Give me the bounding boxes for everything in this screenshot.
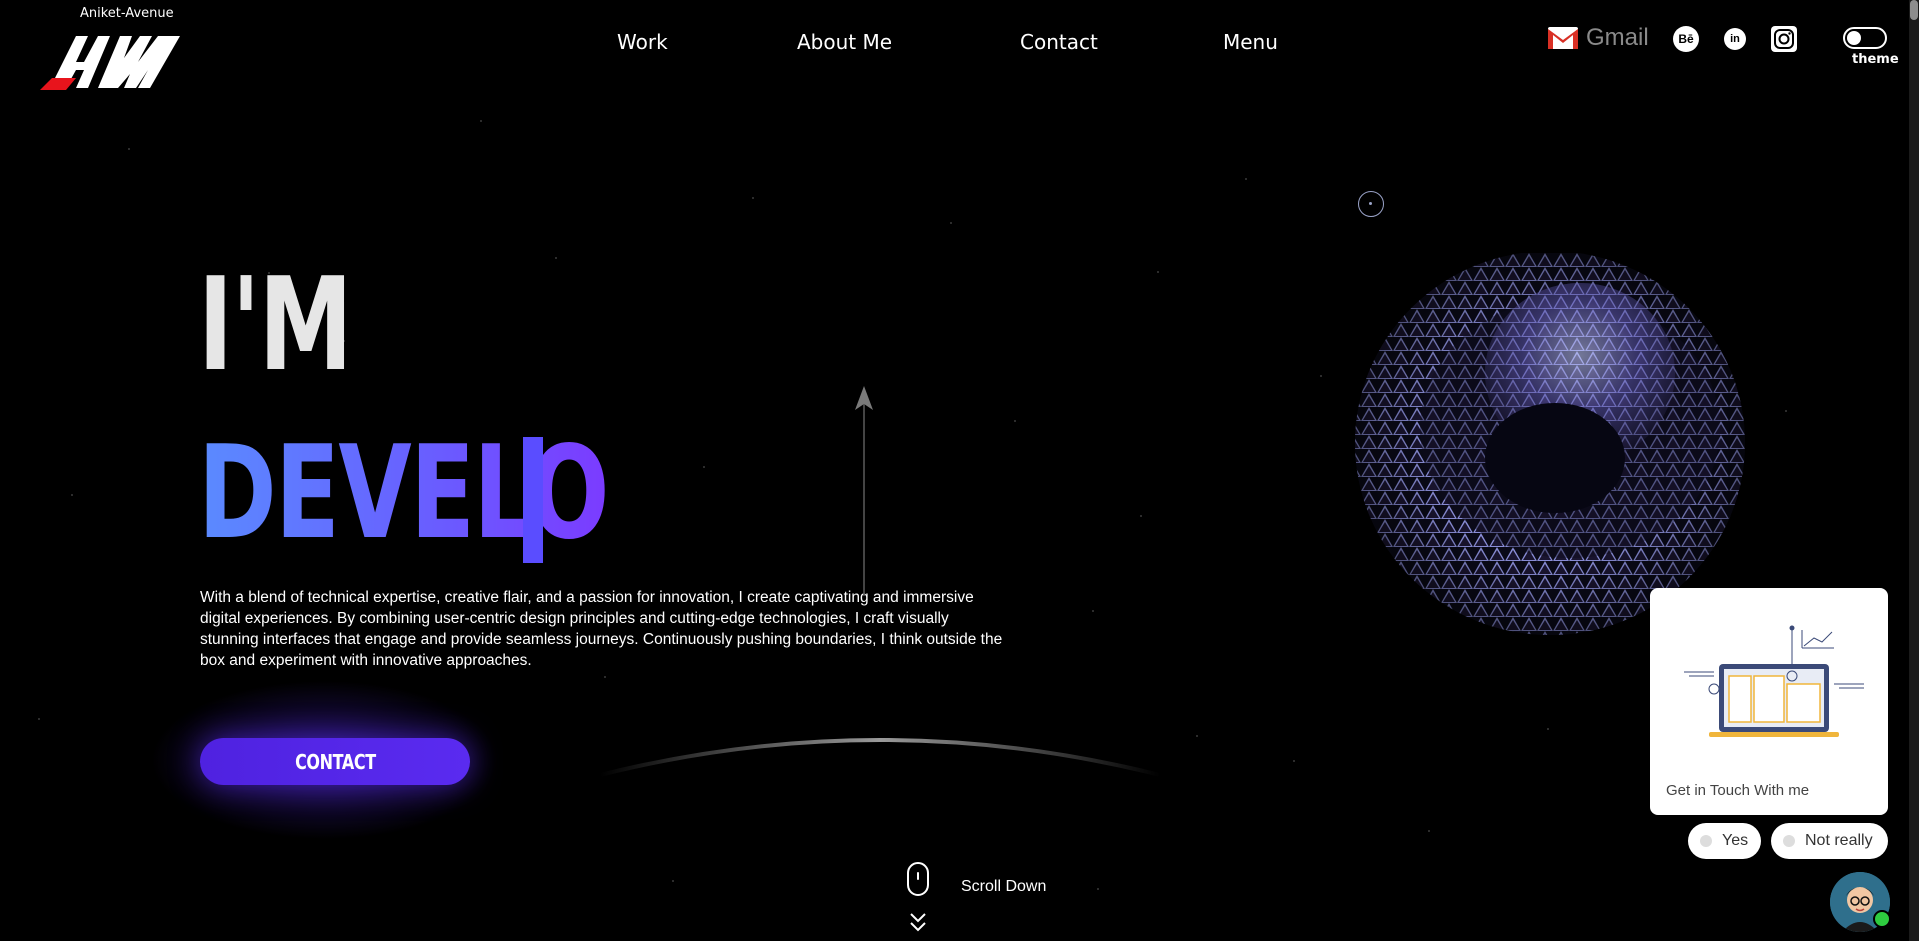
cursor-dot bbox=[1369, 202, 1372, 205]
contact-cta-button[interactable]: CONTACT bbox=[200, 738, 470, 785]
chat-card[interactable]: Get in Touch With me bbox=[1650, 588, 1888, 815]
mouse-wheel bbox=[917, 872, 919, 880]
logo-brand-name: Aniket-Avenue bbox=[80, 6, 174, 21]
theme-toggle-knob bbox=[1847, 31, 1861, 45]
chat-option-yes-label: Yes bbox=[1722, 832, 1749, 849]
chat-option-not-really-label: Not really bbox=[1805, 832, 1873, 849]
online-status-indicator bbox=[1873, 910, 1891, 928]
scroll-down-label: Scroll Down bbox=[961, 878, 1047, 895]
gmail-icon bbox=[1548, 27, 1578, 49]
gmail-label: Gmail bbox=[1586, 24, 1649, 51]
chat-option-not-really[interactable]: Not really bbox=[1771, 823, 1888, 859]
gmail-link[interactable]: Gmail bbox=[1548, 24, 1649, 52]
horizon-arc bbox=[600, 738, 1160, 777]
hero-description: With a blend of technical expertise, cre… bbox=[200, 589, 1003, 669]
chat-option-yes[interactable]: Yes bbox=[1688, 823, 1761, 859]
laptop-illustration-icon bbox=[1684, 625, 1864, 737]
nav-contact[interactable]: Contact bbox=[1020, 30, 1098, 54]
instagram-icon[interactable] bbox=[1771, 26, 1797, 52]
hero-prefix: I'M bbox=[198, 251, 353, 400]
theme-toggle[interactable] bbox=[1843, 27, 1887, 49]
chat-card-text: Get in Touch With me bbox=[1666, 782, 1810, 799]
page-scrollbar[interactable] bbox=[1909, 0, 1919, 941]
nav-about-me[interactable]: About Me bbox=[797, 30, 892, 54]
nav-work[interactable]: Work bbox=[617, 30, 668, 54]
linkedin-icon[interactable]: in bbox=[1724, 28, 1746, 50]
scrollbar-thumb[interactable] bbox=[1910, 0, 1918, 20]
behance-icon[interactable]: Bē bbox=[1673, 26, 1699, 52]
hero-typed-role: DEVELO bbox=[198, 419, 609, 568]
double-chevron-down-icon[interactable] bbox=[909, 912, 927, 934]
radio-dot-icon bbox=[1783, 835, 1795, 847]
rocket-arrow-icon bbox=[855, 386, 873, 596]
scroll-mouse-icon[interactable] bbox=[907, 862, 929, 896]
contact-cta-label: CONTACT bbox=[294, 749, 376, 774]
theme-toggle-label: theme bbox=[1852, 52, 1899, 67]
radio-dot-icon bbox=[1700, 835, 1712, 847]
typing-caret bbox=[523, 437, 543, 563]
nav-menu[interactable]: Menu bbox=[1223, 30, 1278, 54]
custom-cursor-icon bbox=[1358, 191, 1384, 217]
